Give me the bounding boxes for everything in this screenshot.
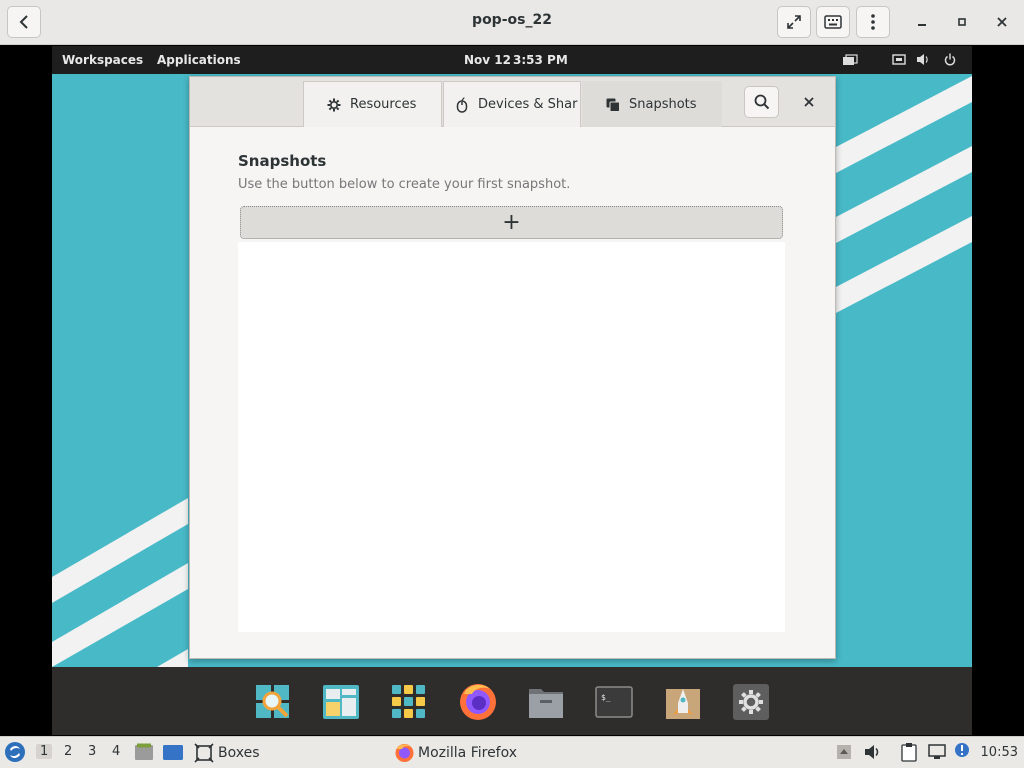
keyboard-icon [824,15,842,29]
task-firefox[interactable]: Mozilla Firefox [418,745,517,761]
search-icon [754,94,769,110]
tray-clipboard-icon[interactable] [900,742,918,762]
workspaces-button[interactable]: Workspaces [62,53,143,67]
app-grid-icon[interactable] [390,683,428,721]
desktop-launcher-icon[interactable] [162,744,184,761]
guest-display[interactable]: Workspaces Applications Nov 12 3:53 PM R… [52,46,972,667]
start-menu-icon[interactable] [4,741,26,763]
files-icon[interactable] [527,683,565,721]
task-boxes[interactable]: Boxes [218,745,260,761]
close-window-button[interactable] [990,10,1014,34]
firefox-task-icon [395,744,414,762]
workspace-1[interactable]: 1 [36,744,53,759]
settings-icon[interactable] [732,683,770,721]
applications-button[interactable]: Applications [157,53,241,67]
maximize-button[interactable] [950,10,974,34]
section-title: Snapshots [238,152,327,170]
tab-snapshots[interactable]: Snapshots [582,81,722,127]
guest-dock: $_ [52,667,972,735]
back-arrow-icon [19,15,28,29]
workspace-3[interactable]: 3 [88,744,96,759]
search-button[interactable] [744,86,779,118]
file-manager-launcher-icon[interactable] [134,743,154,761]
keyboard-button[interactable] [816,6,850,38]
minimize-button[interactable] [910,10,934,34]
close-icon [804,97,814,107]
tab-devices-label: Devices & Shar [478,97,578,112]
plus-icon: + [502,210,521,235]
gear-icon [326,97,342,113]
tray-notification-icon[interactable] [953,741,971,759]
tab-snapshots-label: Snapshots [629,97,697,112]
terminal-icon[interactable]: $_ [595,683,633,721]
fullscreen-icon [787,15,801,29]
firefox-icon[interactable] [457,680,499,722]
close-icon [997,17,1007,27]
tray-updates-icon[interactable] [836,744,852,760]
workspace-2[interactable]: 2 [64,744,72,759]
volume-icon[interactable] [916,53,930,66]
boxes-properties-dialog: Resources Devices & Shar Snapshots Snaps… [189,76,836,659]
dialog-close-button[interactable] [797,90,821,114]
host-clock[interactable]: 10:53 [981,745,1018,760]
dialog-header: Resources Devices & Shar Snapshots [190,77,835,127]
guest-date[interactable]: Nov 12 [464,53,511,67]
tab-devices-sharing[interactable]: Devices & Shar [443,81,581,127]
kebab-menu-icon [871,14,875,30]
maximize-icon [958,18,966,26]
host-bottom-panel: 1 2 3 4 Boxes Mozilla Firefox 10:53 [0,736,1024,768]
snapshots-icon [605,97,621,113]
files-manager-icon[interactable] [322,683,360,721]
tab-resources[interactable]: Resources [303,81,442,127]
host-header-bar: pop-os_22 [0,0,1024,45]
search-app-icon[interactable] [254,683,292,721]
workspace-4[interactable]: 4 [112,744,120,759]
snapshot-list [238,242,785,632]
svg-text:$_: $_ [601,693,611,702]
network-icon[interactable] [892,54,906,66]
power-icon[interactable] [944,53,956,66]
guest-top-bar: Workspaces Applications Nov 12 3:53 PM [52,46,972,74]
display-icon[interactable] [842,54,858,67]
guest-time[interactable]: 3:53 PM [513,53,568,67]
back-button[interactable] [7,6,41,38]
tray-network-icon[interactable] [928,744,946,760]
add-snapshot-button[interactable]: + [240,206,783,239]
tab-resources-label: Resources [350,97,417,112]
minimize-icon [918,24,926,26]
tray-volume-icon[interactable] [864,744,882,760]
section-subtitle: Use the button below to create your firs… [238,177,571,192]
boxes-task-icon [194,743,214,763]
mouse-icon [454,96,470,113]
menu-button[interactable] [856,6,890,38]
launcher-icon[interactable] [664,683,702,721]
fullscreen-button[interactable] [777,6,811,38]
